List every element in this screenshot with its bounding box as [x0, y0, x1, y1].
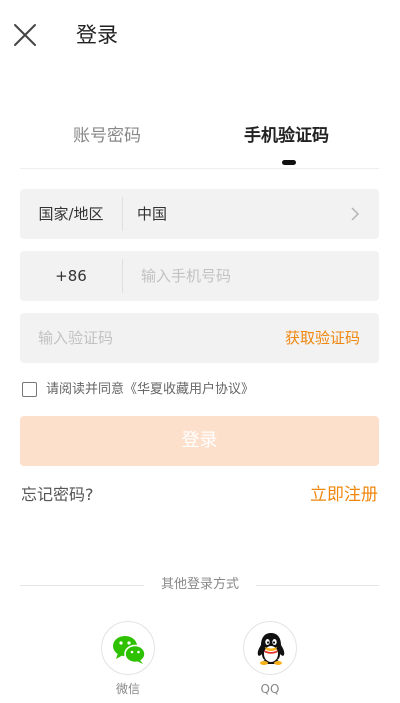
close-button[interactable] — [12, 22, 38, 48]
active-tab-indicator — [282, 160, 296, 165]
qq-icon-circle — [243, 621, 297, 675]
code-field: 获取验证码 — [20, 313, 379, 363]
verification-code-input[interactable] — [38, 313, 258, 363]
country-label: 国家/地区 — [38, 205, 104, 223]
agreement-row: 请阅读并同意《华夏收藏用户协议》 — [22, 380, 382, 400]
qq-login-button[interactable]: QQ — [243, 621, 297, 701]
phone-prefix[interactable]: +86 — [20, 251, 122, 301]
login-button[interactable]: 登录 — [20, 416, 379, 466]
country-selector[interactable]: 国家/地区 中国 — [20, 189, 379, 239]
chevron-right-icon — [351, 207, 360, 221]
tab-sms-code[interactable]: 手机验证码 — [244, 123, 329, 149]
country-value: 中国 — [137, 205, 168, 223]
top-bar: 登录 — [0, 0, 400, 70]
agreement-checkbox[interactable] — [22, 382, 37, 397]
qq-label: QQ — [260, 682, 280, 696]
divider-right — [256, 585, 379, 586]
other-login-title: 其他登录方式 — [160, 577, 239, 592]
wechat-icon-circle — [101, 621, 155, 675]
field-separator — [122, 197, 123, 231]
login-mode-tabs: 账号密码 手机验证码 — [20, 115, 379, 169]
register-link[interactable]: 立即注册 — [310, 483, 378, 507]
wechat-icon — [113, 636, 146, 664]
phone-field: +86 — [20, 251, 379, 301]
agreement-text[interactable]: 请阅读并同意《华夏收藏用户协议》 — [46, 380, 254, 400]
forgot-password-link[interactable]: 忘记密码? — [21, 483, 94, 507]
get-code-button[interactable]: 获取验证码 — [285, 313, 360, 363]
page-title: 登录 — [76, 23, 118, 47]
tab-account-password[interactable]: 账号密码 — [73, 123, 141, 149]
wechat-label: 微信 — [115, 682, 140, 696]
wechat-login-button[interactable]: 微信 — [101, 621, 155, 701]
divider-left — [20, 585, 144, 586]
qq-icon — [257, 633, 285, 665]
field-separator — [122, 259, 123, 293]
close-icon — [14, 24, 36, 46]
phone-input[interactable] — [141, 251, 361, 301]
